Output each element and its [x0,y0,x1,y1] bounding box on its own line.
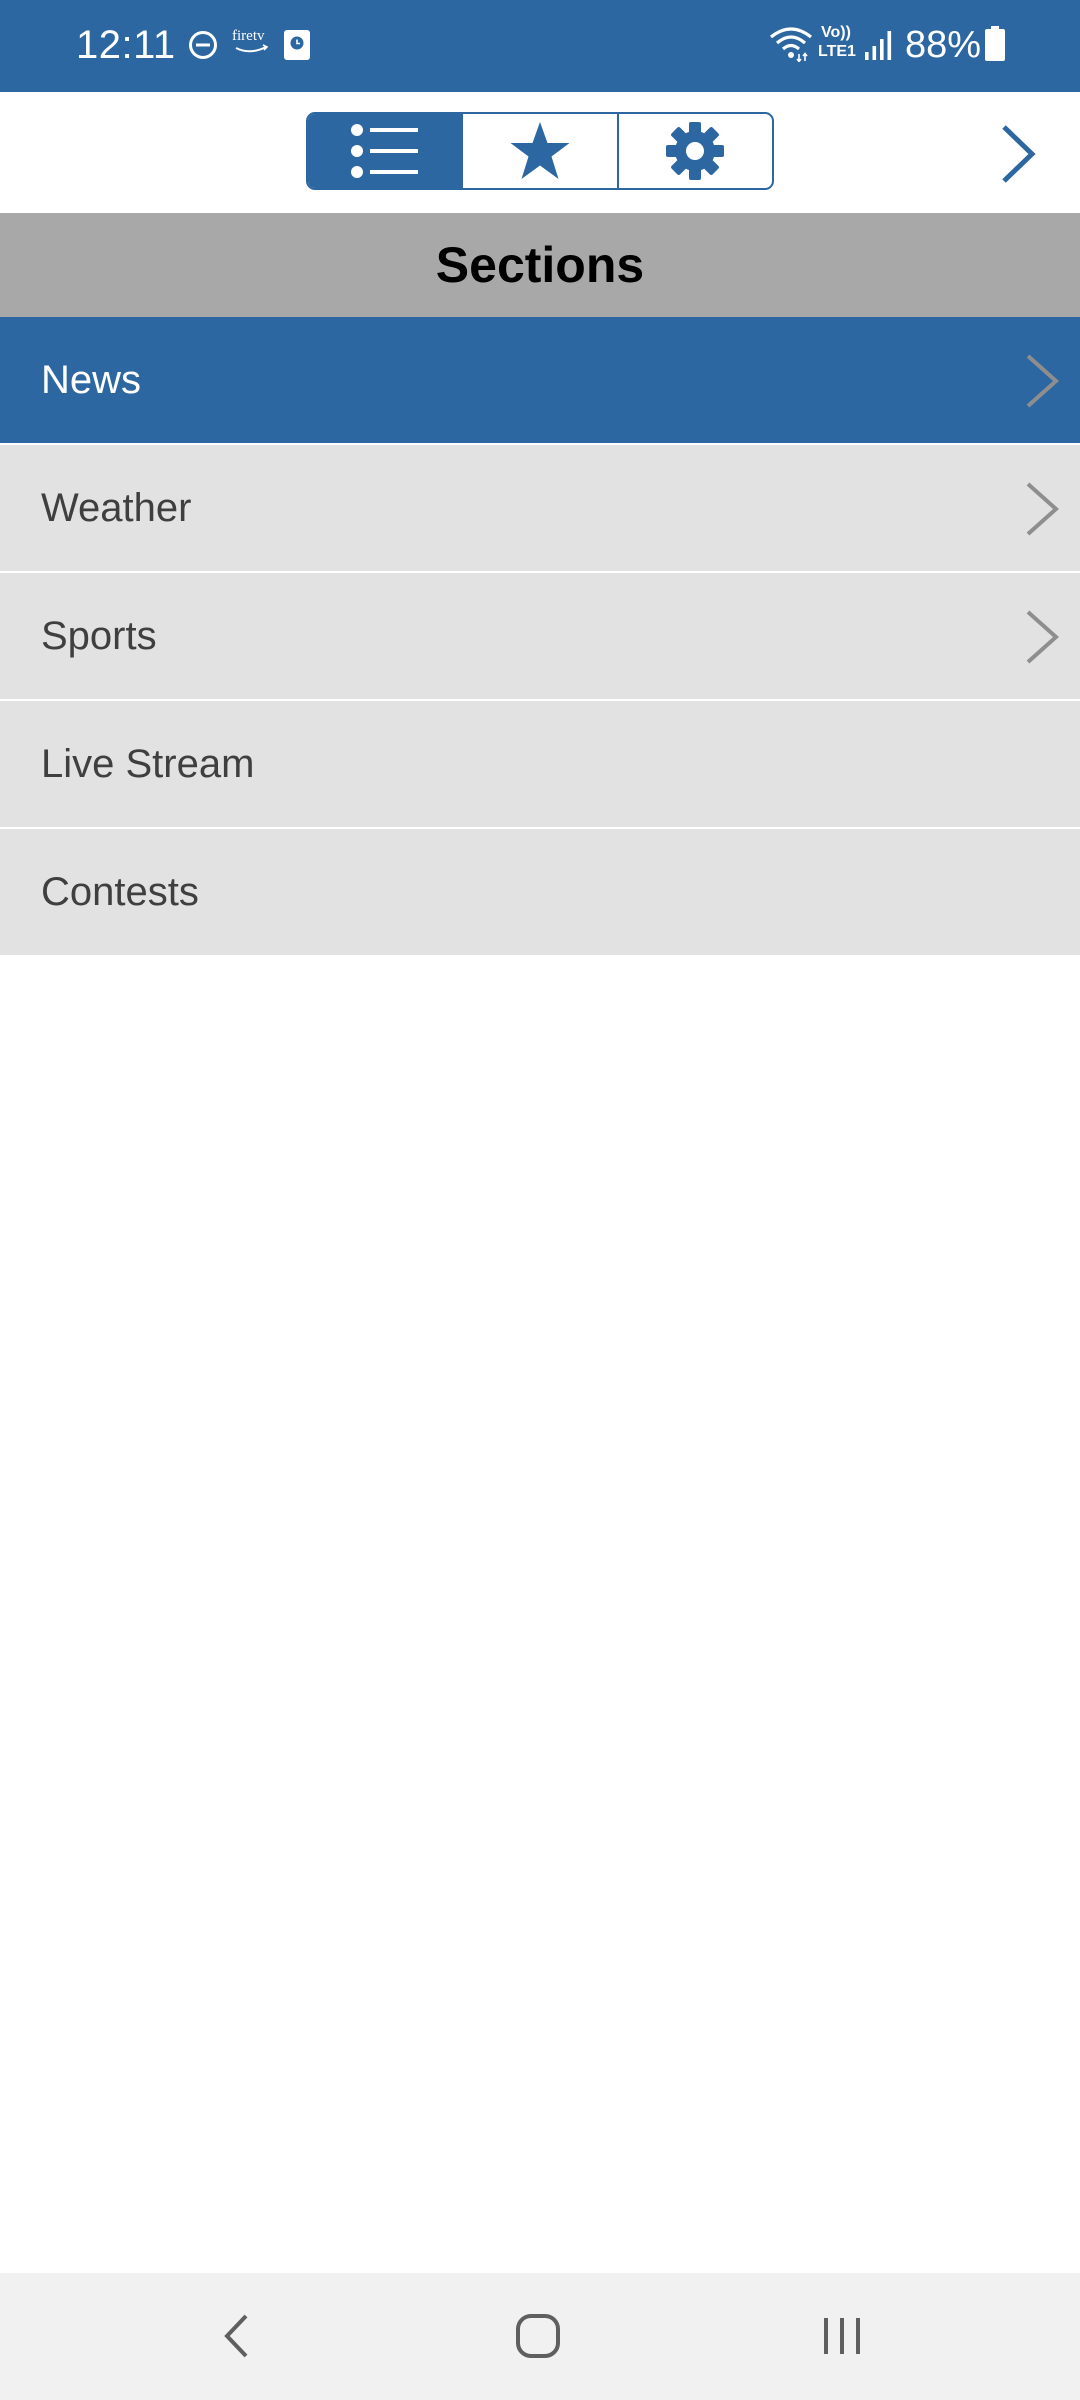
list-item-sports[interactable]: Sports [0,573,1080,701]
volte-icon: Vo)) LTE1 [818,24,862,64]
tab-settings[interactable] [616,114,772,188]
home-button[interactable] [498,2301,578,2371]
star-icon [510,122,570,179]
list-item-weather[interactable]: Weather [0,445,1080,573]
clock-app-icon [284,30,310,60]
gear-icon [666,122,725,180]
chevron-right-icon [1026,610,1060,664]
list-item-label: Live Stream [41,742,255,786]
toolbar [0,92,1080,213]
system-navigation-bar [0,2273,1080,2400]
recents-icon [824,2318,860,2354]
list-item-news[interactable]: News [0,317,1080,445]
volte-label-bottom: LTE1 [818,43,856,60]
battery-icon [985,26,1005,61]
battery-percent: 88% [905,24,982,66]
sections-header: Sections [0,213,1080,317]
chevron-right-icon [1002,125,1036,183]
chevron-right-icon [1026,482,1060,536]
page-title: Sections [435,237,645,293]
fire-tv-icon: firetv [230,28,272,58]
list-item-label: Contests [41,870,199,914]
signal-icon [865,31,892,60]
back-icon [224,2314,248,2358]
sections-list: News Weather Sports Live Stream Contests [0,317,1080,957]
list-item-label: Sports [41,614,157,658]
list-item-contests[interactable]: Contests [0,829,1080,957]
list-item-label: Weather [41,486,192,530]
status-bar: 12:11 firetv Vo)) LTE1 88% [0,0,1080,92]
recents-button[interactable] [802,2301,882,2371]
tab-favorites[interactable] [461,114,616,188]
volte-label-top: Vo)) [821,24,851,41]
home-icon [516,2314,560,2358]
list-item-label: News [41,358,142,402]
forward-button[interactable] [988,124,1048,184]
wifi-icon [770,27,812,62]
list-icon [350,124,418,178]
back-button[interactable] [196,2301,276,2371]
tab-sections[interactable] [308,114,462,188]
do-not-disturb-icon [189,31,217,59]
view-segmented-control [306,112,774,190]
status-time: 12:11 [76,23,176,67]
list-item-live-stream[interactable]: Live Stream [0,701,1080,829]
chevron-right-icon [1026,354,1060,408]
